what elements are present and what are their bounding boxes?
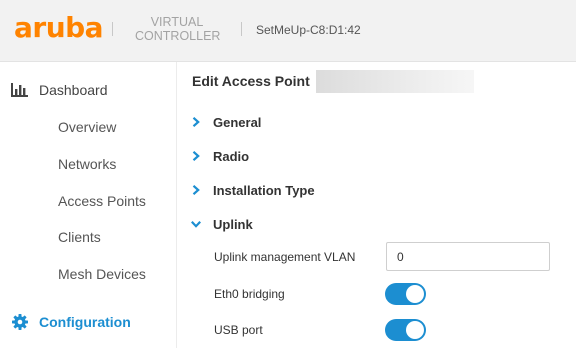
sidebar-item-mesh-devices[interactable]: Mesh Devices <box>58 266 146 282</box>
section-label: Installation Type <box>213 182 315 198</box>
page-title: Edit Access Point <box>192 73 310 89</box>
sidebar-item-clients[interactable]: Clients <box>58 229 101 245</box>
chevron-down-icon <box>191 221 201 228</box>
section-installation-type[interactable]: Installation Type <box>191 182 315 198</box>
sidebar: Dashboard Overview Networks Access Point… <box>0 62 176 348</box>
uplink-vlan-input[interactable] <box>386 242 550 271</box>
sidebar-item-dashboard[interactable]: Dashboard <box>11 82 108 98</box>
edit-ap-panel: Edit Access Point General Radio Installa… <box>176 62 576 348</box>
chevron-right-icon <box>192 185 200 195</box>
section-radio[interactable]: Radio <box>191 148 249 164</box>
aruba-logo[interactable]: aruba <box>14 13 104 43</box>
toggle-knob <box>406 285 424 303</box>
usb-port-toggle[interactable] <box>385 319 426 341</box>
sidebar-item-label: Dashboard <box>39 82 108 98</box>
product-name-line1: VIRTUAL <box>150 15 204 29</box>
sidebar-item-overview[interactable]: Overview <box>58 119 116 135</box>
toggle-knob <box>406 321 424 339</box>
section-label: General <box>213 114 262 130</box>
uplink-vlan-label: Uplink management VLAN <box>214 250 356 264</box>
redacted-ap-name <box>316 70 474 93</box>
chevron-right-icon <box>192 117 200 127</box>
product-name: VIRTUAL CONTROLLER <box>135 15 221 43</box>
sidebar-item-networks[interactable]: Networks <box>58 156 116 172</box>
top-header: aruba VIRTUAL CONTROLLER SetMeUp-C8:D1:4… <box>0 0 576 62</box>
gear-icon <box>12 314 28 330</box>
section-uplink[interactable]: Uplink <box>191 216 253 232</box>
section-label: Uplink <box>213 216 253 232</box>
eth0-bridging-label: Eth0 bridging <box>214 287 285 301</box>
device-name: SetMeUp-C8:D1:42 <box>256 23 361 37</box>
chevron-right-icon <box>192 151 200 161</box>
sidebar-item-configuration[interactable]: Configuration <box>12 313 131 331</box>
usb-port-label: USB port <box>214 323 263 337</box>
section-label: Radio <box>213 148 250 164</box>
header-divider <box>241 22 242 36</box>
section-general[interactable]: General <box>191 114 261 130</box>
bar-chart-icon <box>11 83 28 97</box>
product-name-line2: CONTROLLER <box>135 29 221 43</box>
eth0-bridging-toggle[interactable] <box>385 283 426 305</box>
sidebar-item-label: Configuration <box>39 314 131 330</box>
sidebar-item-access-points[interactable]: Access Points <box>58 193 146 209</box>
header-divider <box>112 22 113 36</box>
